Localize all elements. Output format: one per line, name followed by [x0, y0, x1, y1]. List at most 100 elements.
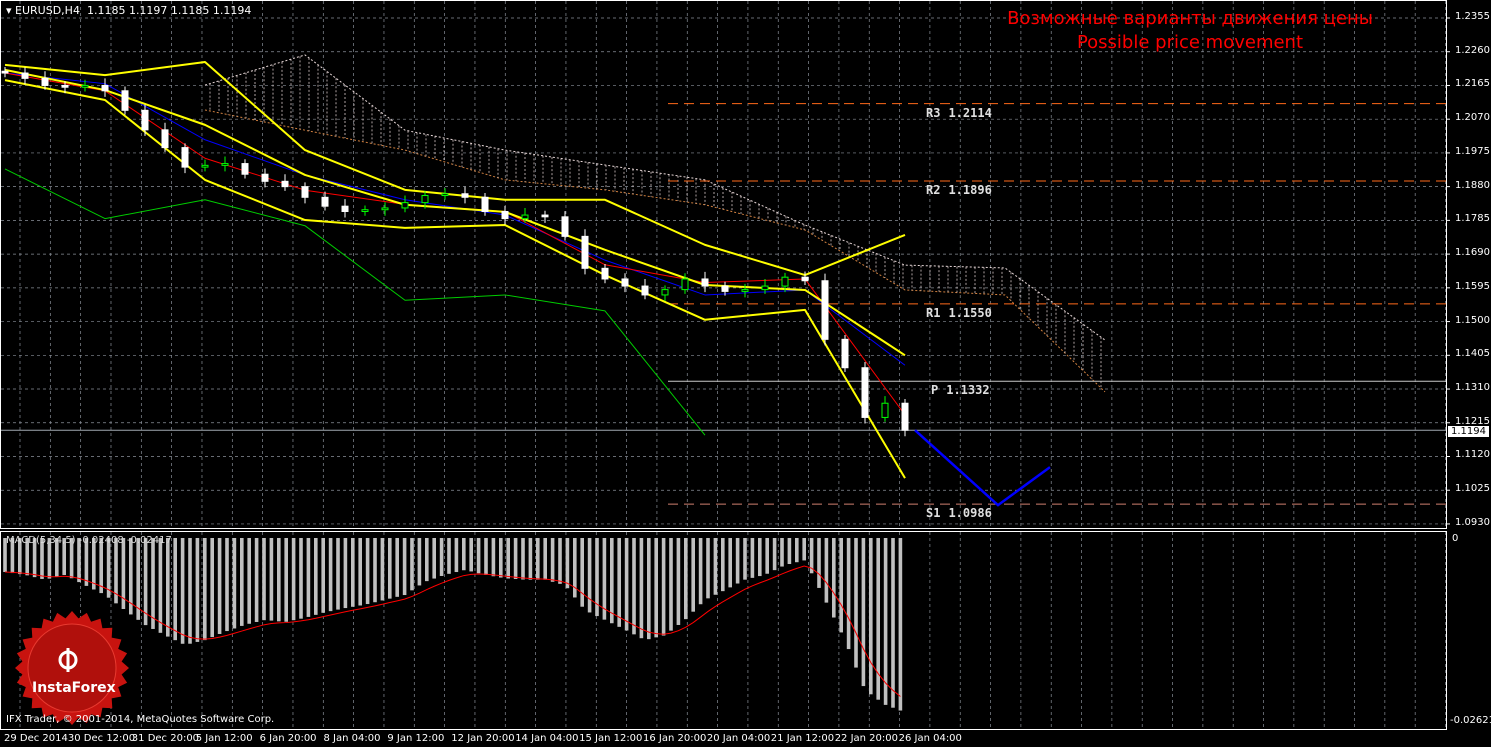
macd-bar — [262, 538, 266, 621]
candle-body — [101, 84, 109, 92]
pivot-value: 1.0986 — [948, 506, 992, 521]
pivot-value: 1.1896 — [948, 182, 992, 197]
macd-bar — [432, 538, 436, 579]
candle-body — [701, 278, 709, 287]
price-tick: 1.2165 — [1455, 78, 1490, 90]
macd-bar — [602, 538, 607, 620]
candle-body — [641, 285, 649, 296]
macd-bar — [721, 538, 725, 592]
candle-body — [761, 285, 769, 291]
candle-body — [341, 205, 349, 213]
pivot-name: R1 — [926, 305, 941, 320]
macd-bar — [395, 538, 399, 597]
macd-bar — [328, 538, 333, 612]
candle-body — [161, 129, 169, 149]
time-tick: 6 Jan 20:00 — [259, 733, 317, 744]
macd-bar — [639, 538, 644, 639]
candle-body — [681, 278, 689, 291]
pivot-label-r1: R1 1.1550 — [926, 306, 992, 320]
macd-bar — [247, 538, 251, 624]
macd-bar — [314, 538, 318, 615]
price-tick: 1.1500 — [1455, 314, 1490, 326]
macd-bar — [817, 538, 821, 588]
macd-bar — [277, 538, 281, 622]
macd-bar — [750, 538, 755, 578]
price-tick: 1.2355 — [1455, 11, 1490, 22]
macd-bar — [780, 538, 784, 567]
macd-bar — [832, 538, 836, 618]
price-chart[interactable] — [0, 0, 1491, 747]
time-tick: 15 Jan 12:00 — [579, 733, 643, 744]
chart-menu-icon[interactable]: ▾ — [6, 4, 12, 17]
candle-body — [741, 289, 749, 292]
macd-bar — [447, 538, 451, 574]
macd-bar — [647, 538, 651, 640]
macd-bar — [158, 538, 163, 633]
macd-bar — [772, 538, 777, 571]
macd-bar — [462, 538, 466, 571]
candle-body — [821, 280, 829, 340]
macd-bar — [795, 538, 799, 563]
time-tick: 22 Jan 20:00 — [834, 733, 899, 744]
macd-bar — [499, 538, 503, 578]
pivot-value: 1.2114 — [948, 105, 992, 120]
macd-bar — [543, 538, 547, 580]
price-tick: 1.2070 — [1455, 112, 1490, 124]
macd-bar — [217, 538, 222, 634]
chikou-line — [4, 168, 706, 436]
candle-body — [661, 289, 669, 296]
time-tick: 26 Jan 04:00 — [898, 733, 962, 744]
time-tick: 8 Jan 04:00 — [323, 733, 381, 744]
macd-bar — [336, 538, 340, 610]
time-tick: 29 Dec 2014 — [4, 733, 68, 744]
macd-bar — [454, 538, 459, 573]
macd-bar — [151, 538, 155, 629]
macd-bar — [484, 538, 488, 575]
macd-bar — [898, 538, 903, 711]
bollinger-upper — [4, 61, 906, 277]
macd-bar — [787, 538, 792, 565]
macd-bar — [351, 538, 355, 607]
price-tick: 1.1975 — [1455, 145, 1490, 157]
macd-bar — [380, 538, 385, 601]
macd-bar — [469, 538, 473, 572]
candle-body — [21, 72, 29, 79]
price-tick: 1.0930 — [1455, 516, 1490, 528]
macd-bar — [513, 538, 518, 580]
instaforex-logo — [15, 611, 129, 725]
macd-bar — [758, 538, 762, 577]
pivot-value: 1.1550 — [948, 305, 992, 320]
macd-bar — [617, 538, 621, 627]
macd-bar — [891, 538, 895, 708]
macd-bar — [269, 538, 274, 621]
pivot-label-r3: R3 1.2114 — [926, 106, 992, 120]
pivot-lines — [1, 103, 1446, 505]
macd-bar — [587, 538, 592, 613]
macd-bar — [521, 538, 525, 580]
candle-body — [801, 276, 809, 282]
candle-body — [421, 195, 429, 204]
candle-body — [521, 214, 529, 220]
macd-bar — [291, 538, 296, 621]
pivot-name: S1 — [926, 506, 941, 521]
pivot-label-s1: S1 1.0986 — [926, 506, 992, 520]
macd-bar — [373, 538, 377, 603]
macd-bar — [550, 538, 555, 582]
pivot-value: 1.1332 — [946, 383, 990, 398]
symbol-label: EURUSD,H4 — [15, 4, 80, 17]
time-tick: 20 Jan 04:00 — [706, 733, 771, 744]
macd-bar — [632, 538, 636, 635]
macd-bar — [402, 538, 407, 596]
pivot-name: P — [931, 383, 939, 398]
candle-body — [41, 77, 49, 86]
candle-body — [361, 209, 369, 213]
macd-bar — [491, 538, 496, 577]
indicator-lines — [4, 61, 1051, 507]
macd-bar — [358, 538, 362, 606]
current-price-tag: 1.1194 — [1448, 426, 1489, 437]
candle-body — [901, 402, 909, 431]
macd-bar — [180, 538, 185, 644]
macd-bar — [210, 538, 214, 638]
time-tick: 30 Dec 12:00 — [67, 733, 136, 744]
candle-body — [281, 180, 289, 188]
